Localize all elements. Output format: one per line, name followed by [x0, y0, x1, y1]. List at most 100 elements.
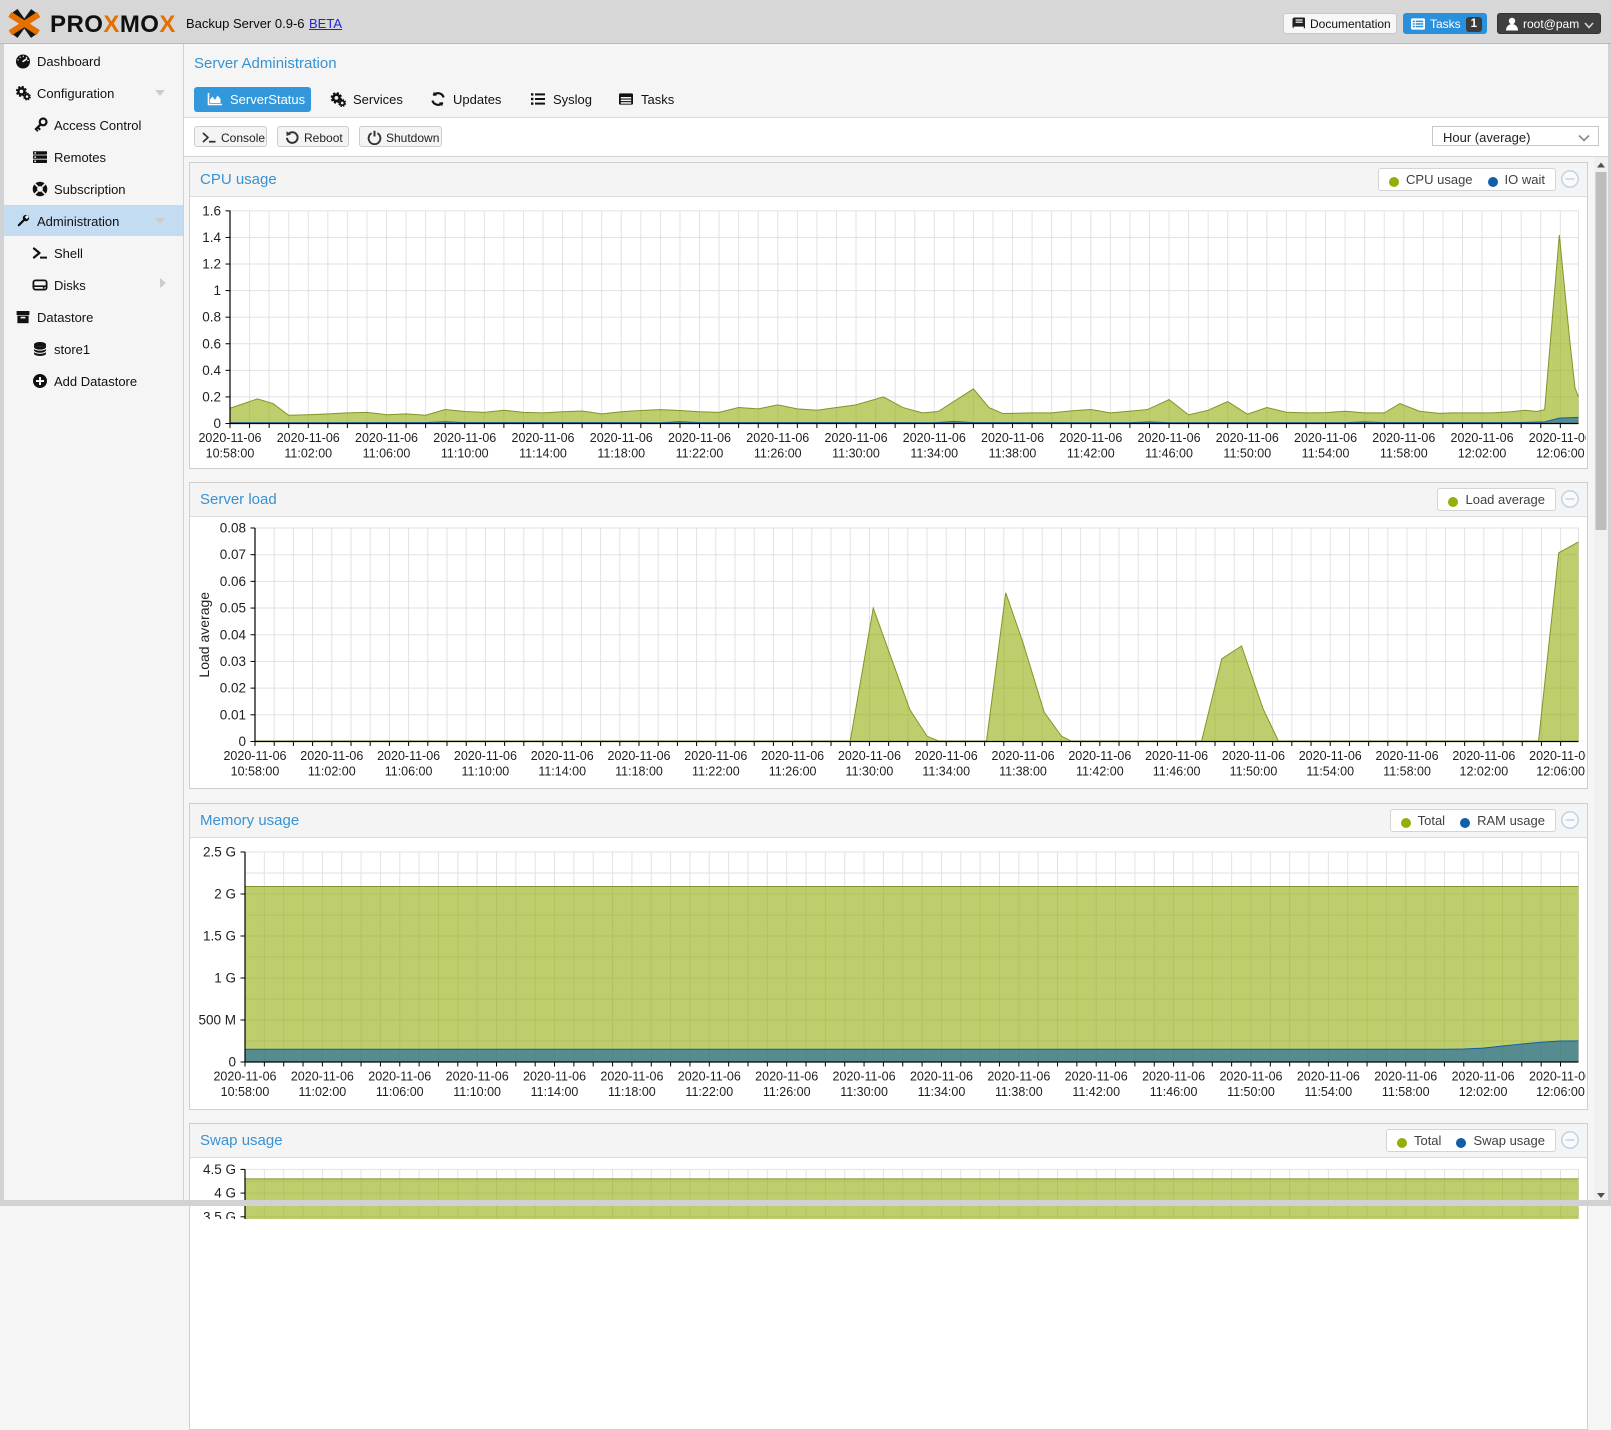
svg-text:2020-11-06: 2020-11-06: [838, 749, 901, 763]
svg-text:11:58:00: 11:58:00: [1382, 1085, 1430, 1099]
svg-text:2020-11-06: 2020-11-06: [1529, 1070, 1586, 1084]
svg-text:11:50:00: 11:50:00: [1227, 1085, 1275, 1099]
svg-text:11:26:00: 11:26:00: [769, 765, 817, 779]
svg-text:2020-11-06: 2020-11-06: [981, 431, 1044, 445]
svg-text:2.5 G: 2.5 G: [203, 845, 236, 860]
svg-text:500 M: 500 M: [198, 1013, 236, 1028]
svg-text:0.4: 0.4: [202, 363, 221, 378]
svg-text:11:02:00: 11:02:00: [284, 447, 332, 461]
svg-text:11:18:00: 11:18:00: [615, 765, 663, 779]
svg-text:11:30:00: 11:30:00: [840, 1085, 888, 1099]
svg-text:2020-11-06: 2020-11-06: [684, 749, 747, 763]
svg-text:1: 1: [213, 283, 221, 298]
svg-text:11:42:00: 11:42:00: [1067, 447, 1115, 461]
svg-text:11:02:00: 11:02:00: [299, 1085, 347, 1099]
svg-text:2020-11-06: 2020-11-06: [825, 431, 888, 445]
svg-text:11:58:00: 11:58:00: [1380, 447, 1428, 461]
svg-text:11:02:00: 11:02:00: [308, 765, 356, 779]
svg-text:2020-11-06: 2020-11-06: [1299, 749, 1362, 763]
svg-text:11:18:00: 11:18:00: [608, 1085, 656, 1099]
svg-text:11:10:00: 11:10:00: [462, 765, 510, 779]
svg-text:0: 0: [238, 734, 246, 749]
svg-text:12:06:00: 12:06:00: [1536, 765, 1585, 779]
svg-text:0.03: 0.03: [220, 654, 246, 669]
svg-text:10:58:00: 10:58:00: [231, 765, 280, 779]
svg-text:0: 0: [228, 1055, 236, 1070]
svg-text:11:22:00: 11:22:00: [676, 447, 724, 461]
svg-text:0.06: 0.06: [220, 574, 246, 589]
svg-text:4.5 G: 4.5 G: [203, 1162, 236, 1177]
svg-text:2020-11-06: 2020-11-06: [1222, 749, 1285, 763]
svg-text:10:58:00: 10:58:00: [221, 1085, 270, 1099]
svg-text:0.02: 0.02: [220, 681, 246, 696]
svg-text:0.01: 0.01: [220, 707, 246, 722]
svg-text:11:42:00: 11:42:00: [1076, 765, 1124, 779]
svg-text:2020-11-06: 2020-11-06: [446, 1070, 509, 1084]
svg-text:0.2: 0.2: [202, 389, 221, 404]
svg-text:11:34:00: 11:34:00: [922, 765, 970, 779]
svg-text:2020-11-06: 2020-11-06: [355, 431, 418, 445]
svg-text:0.05: 0.05: [220, 601, 246, 616]
svg-text:2020-11-06: 2020-11-06: [992, 749, 1055, 763]
svg-text:2020-11-06: 2020-11-06: [223, 749, 286, 763]
svg-text:2020-11-06: 2020-11-06: [915, 749, 978, 763]
svg-text:11:50:00: 11:50:00: [1230, 765, 1278, 779]
svg-text:2020-11-06: 2020-11-06: [213, 1070, 276, 1084]
svg-text:2020-11-06: 2020-11-06: [1059, 431, 1122, 445]
svg-text:11:26:00: 11:26:00: [754, 447, 802, 461]
svg-text:2020-11-06: 2020-11-06: [1065, 1070, 1128, 1084]
svg-text:11:46:00: 11:46:00: [1150, 1085, 1198, 1099]
svg-text:2020-11-06: 2020-11-06: [1452, 749, 1515, 763]
svg-text:11:46:00: 11:46:00: [1153, 765, 1201, 779]
svg-text:2020-11-06: 2020-11-06: [433, 431, 496, 445]
svg-text:11:38:00: 11:38:00: [999, 765, 1047, 779]
svg-text:2020-11-06: 2020-11-06: [1297, 1070, 1360, 1084]
svg-text:2020-11-06: 2020-11-06: [1376, 749, 1439, 763]
svg-text:2020-11-06: 2020-11-06: [1451, 431, 1514, 445]
svg-text:2020-11-06: 2020-11-06: [377, 749, 440, 763]
svg-text:2020-11-06: 2020-11-06: [1374, 1070, 1437, 1084]
svg-text:11:14:00: 11:14:00: [538, 765, 586, 779]
svg-text:0.6: 0.6: [202, 336, 221, 351]
svg-text:1.6: 1.6: [202, 203, 221, 218]
svg-text:2020-11-06: 2020-11-06: [1216, 431, 1279, 445]
svg-text:11:22:00: 11:22:00: [692, 765, 740, 779]
svg-text:2020-11-06: 2020-11-06: [277, 431, 340, 445]
svg-text:11:38:00: 11:38:00: [989, 447, 1037, 461]
svg-text:11:06:00: 11:06:00: [385, 765, 433, 779]
svg-text:2020-11-06: 2020-11-06: [590, 431, 653, 445]
svg-text:12:02:00: 12:02:00: [1459, 1085, 1508, 1099]
svg-text:2020-11-06: 2020-11-06: [291, 1070, 354, 1084]
svg-text:11:34:00: 11:34:00: [910, 447, 958, 461]
svg-text:10:58:00: 10:58:00: [206, 447, 255, 461]
svg-text:3.5 G: 3.5 G: [203, 1209, 236, 1219]
svg-text:2020-11-06: 2020-11-06: [368, 1070, 431, 1084]
svg-text:2 G: 2 G: [214, 887, 236, 902]
svg-text:11:14:00: 11:14:00: [531, 1085, 579, 1099]
svg-text:11:54:00: 11:54:00: [1302, 447, 1350, 461]
svg-text:2020-11-06: 2020-11-06: [761, 749, 824, 763]
svg-text:2020-11-06: 2020-11-06: [512, 431, 575, 445]
svg-text:11:10:00: 11:10:00: [453, 1085, 501, 1099]
svg-text:2020-11-06: 2020-11-06: [1138, 431, 1201, 445]
svg-text:12:02:00: 12:02:00: [1460, 765, 1509, 779]
svg-text:11:54:00: 11:54:00: [1306, 765, 1354, 779]
svg-text:0: 0: [213, 416, 221, 431]
svg-text:1.2: 1.2: [202, 257, 221, 272]
svg-text:0.08: 0.08: [220, 521, 246, 536]
svg-text:11:14:00: 11:14:00: [519, 447, 567, 461]
svg-text:2020-11-06: 2020-11-06: [523, 1070, 586, 1084]
svg-text:2020-11-06: 2020-11-06: [668, 431, 731, 445]
svg-text:12:06:00: 12:06:00: [1536, 447, 1585, 461]
svg-text:12:02:00: 12:02:00: [1458, 447, 1507, 461]
svg-text:2020-11-06: 2020-11-06: [454, 749, 517, 763]
svg-text:2020-11-06: 2020-11-06: [833, 1070, 896, 1084]
svg-text:2020-11-06: 2020-11-06: [608, 749, 671, 763]
svg-text:2020-11-06: 2020-11-06: [746, 431, 809, 445]
svg-text:2020-11-06: 2020-11-06: [1145, 749, 1208, 763]
svg-text:11:22:00: 11:22:00: [685, 1085, 733, 1099]
svg-text:11:18:00: 11:18:00: [597, 447, 645, 461]
svg-text:2020-11-06: 2020-11-06: [1452, 1070, 1515, 1084]
svg-text:11:10:00: 11:10:00: [441, 447, 489, 461]
svg-text:0.07: 0.07: [220, 547, 246, 562]
